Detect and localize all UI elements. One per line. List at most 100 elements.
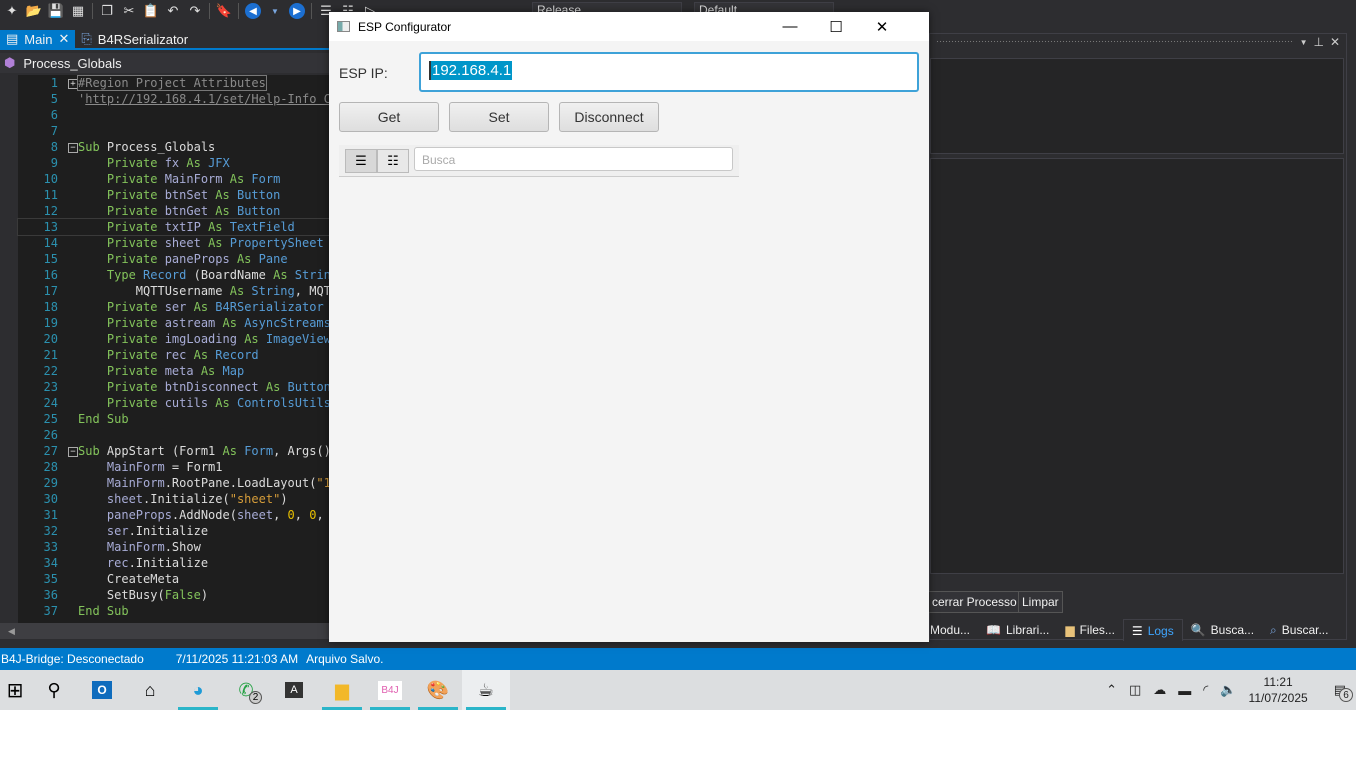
logs-output[interactable] [930, 158, 1344, 574]
code-line[interactable]: 35 CreateMeta [18, 571, 330, 587]
camera-icon[interactable]: ◫ [1129, 682, 1141, 698]
clock[interactable]: 11:21 11/07/2025 [1249, 674, 1308, 706]
code-line[interactable]: 8− Sub Process_Globals [18, 139, 330, 155]
fold-toggle-icon[interactable]: − [68, 446, 78, 457]
close-icon[interactable]: ✕ [1330, 35, 1340, 49]
sub-navigator[interactable]: ⬢ Process_Globals [0, 53, 330, 73]
chevron-up-icon[interactable]: ⌃ [1106, 682, 1117, 698]
get-button[interactable]: Get [339, 102, 439, 132]
code-line[interactable]: 5'http://192.168.4.1/set/Help-Info Ce [18, 91, 330, 107]
disconnect-button[interactable]: Disconnect [559, 102, 659, 132]
paste-icon[interactable]: 📋 [143, 3, 159, 19]
code-line[interactable]: 21 Private rec As Record [18, 347, 330, 363]
code-line[interactable]: 34 rec.Initialize [18, 555, 330, 571]
code-line[interactable]: 12 Private btnGet As Button [18, 203, 330, 219]
minimize-button[interactable]: — [767, 12, 813, 41]
battery-icon[interactable]: ▬ [1178, 683, 1191, 698]
back-icon[interactable]: ◀ [245, 3, 261, 19]
code-line[interactable]: 17 MQTTUsername As String, MQTT [18, 283, 330, 299]
code-line[interactable]: 37 End Sub [18, 603, 330, 619]
property-search-input[interactable]: Busca [414, 147, 733, 171]
pin-icon[interactable]: ⊥ [1313, 35, 1323, 49]
cloud-icon[interactable]: ☁ [1153, 682, 1166, 698]
paint-button[interactable]: 🎨 [414, 670, 462, 710]
code-line[interactable]: 22 Private meta As Map [18, 363, 330, 379]
process-list[interactable] [930, 58, 1344, 154]
code-line[interactable]: 10 Private MainForm As Form [18, 171, 330, 187]
cut-icon[interactable]: ✂ [121, 3, 137, 19]
code-editor[interactable]: 1 + #Region Project Attributes 5'http://192… [0, 75, 330, 623]
code-line[interactable]: 13 Private txtIP As TextField [17, 218, 330, 236]
code-line[interactable]: 16 Type Record (BoardName As String [18, 267, 330, 283]
copy-icon[interactable]: ❐ [99, 3, 115, 19]
app-button[interactable]: ⌂ [126, 670, 174, 710]
code-line[interactable]: 19 Private astream As AsyncStreams [18, 315, 330, 331]
tab-find[interactable]: ⌕ Buscar... [1262, 619, 1336, 641]
volume-icon[interactable]: 🔈 [1220, 682, 1236, 698]
start-button[interactable]: ⊞ [0, 670, 30, 710]
outlook-button[interactable]: O [78, 670, 126, 710]
wifi-icon[interactable]: ◜ [1203, 682, 1208, 698]
maximize-button[interactable]: ☐ [813, 12, 859, 41]
fold-toggle-icon[interactable]: − [68, 142, 78, 153]
code-line[interactable]: 14 Private sheet As PropertySheet [18, 235, 330, 251]
tab-files[interactable]: ▆ Files... [1057, 619, 1123, 641]
chevron-down-icon[interactable]: ▼ [1300, 38, 1308, 47]
code-line[interactable]: 30 sheet.Initialize("sheet") [18, 491, 330, 507]
close-button[interactable]: ✕ [859, 12, 905, 41]
new-file-icon[interactable]: ✦ [4, 3, 20, 19]
open-icon[interactable]: 📂 [26, 3, 42, 19]
code-line[interactable]: 6 [18, 107, 330, 123]
ip-input[interactable]: 192.168.4.1 [419, 52, 919, 92]
chevron-down-icon[interactable]: ▼ [267, 3, 283, 19]
fold-toggle-icon[interactable]: + [68, 78, 78, 89]
code-line[interactable]: 24 Private cutils As ControlsUtils [18, 395, 330, 411]
code-line[interactable]: 33 MainForm.Show [18, 539, 330, 555]
ime-button[interactable]: A [270, 670, 318, 710]
java-app-button[interactable]: ☕ [462, 670, 510, 710]
tab-main[interactable]: ▤ Main ✕ [0, 30, 76, 48]
tab-logs[interactable]: ☰ Logs [1122, 619, 1183, 641]
code-line[interactable]: 25 End Sub [18, 411, 330, 427]
explorer-button[interactable]: ▆ [318, 670, 366, 710]
edge-button[interactable]: ◕ [174, 670, 222, 710]
tab-b4rserializator[interactable]: ⎘ B4RSerializator [75, 30, 194, 48]
code-line[interactable]: 28 MainForm = Form1 [18, 459, 330, 475]
whatsapp-button[interactable]: ✆ 2 [222, 670, 270, 710]
code-line[interactable]: 7 [18, 123, 330, 139]
b4j-button[interactable]: B4J [366, 670, 414, 710]
code-line[interactable]: 20 Private imgLoading As ImageView [18, 331, 330, 347]
code-line[interactable]: 1 + #Region Project Attributes [18, 75, 330, 91]
save-all-icon[interactable]: ▦ [70, 3, 86, 19]
search-button[interactable]: ⚲ [30, 670, 78, 710]
code-line[interactable]: 27− Sub AppStart (Form1 As Form, Args() [18, 443, 330, 459]
code-line[interactable]: 36 SetBusy(False) [18, 587, 330, 603]
code-line[interactable]: 11 Private btnSet As Button [18, 187, 330, 203]
set-button[interactable]: Set [449, 102, 549, 132]
tab-modules[interactable]: Modu... [930, 619, 978, 641]
tab-libraries[interactable]: 📖 Librari... [978, 619, 1057, 641]
alphabetical-toggle[interactable]: ☷ [377, 149, 409, 173]
notifications-button[interactable]: ▤ 6 [1334, 682, 1353, 702]
code-token: MQTTUsername [78, 284, 230, 298]
bookmark-icon[interactable]: 🔖 [216, 3, 232, 19]
save-icon[interactable]: 💾 [48, 3, 64, 19]
close-icon[interactable]: ✕ [58, 31, 69, 47]
forward-icon[interactable]: ▶ [289, 3, 305, 19]
kill-process-button[interactable]: cerrar Processo [928, 591, 1021, 613]
clear-button[interactable]: Limpar [1018, 591, 1063, 613]
code-line[interactable]: 18 Private ser As B4RSerializator [18, 299, 330, 315]
undo-icon[interactable]: ↶ [165, 3, 181, 19]
code-line[interactable]: 29 MainForm.RootPane.LoadLayout("1" [18, 475, 330, 491]
code-line[interactable]: 15 Private paneProps As Pane [18, 251, 330, 267]
code-line[interactable]: 26 [18, 427, 330, 443]
code-line[interactable]: 31 paneProps.AddNode(sheet, 0, 0, 4 [18, 507, 330, 523]
tab-search[interactable]: 🔍 Busca... [1183, 619, 1262, 641]
drag-handle[interactable] [936, 40, 1294, 44]
horizontal-scrollbar[interactable]: ◀ [0, 623, 330, 639]
code-line[interactable]: 23 Private btnDisconnect As Button [18, 379, 330, 395]
redo-icon[interactable]: ↷ [187, 3, 203, 19]
code-line[interactable]: 32 ser.Initialize [18, 523, 330, 539]
categorized-toggle[interactable]: ☰ [345, 149, 377, 173]
code-line[interactable]: 9 Private fx As JFX [18, 155, 330, 171]
